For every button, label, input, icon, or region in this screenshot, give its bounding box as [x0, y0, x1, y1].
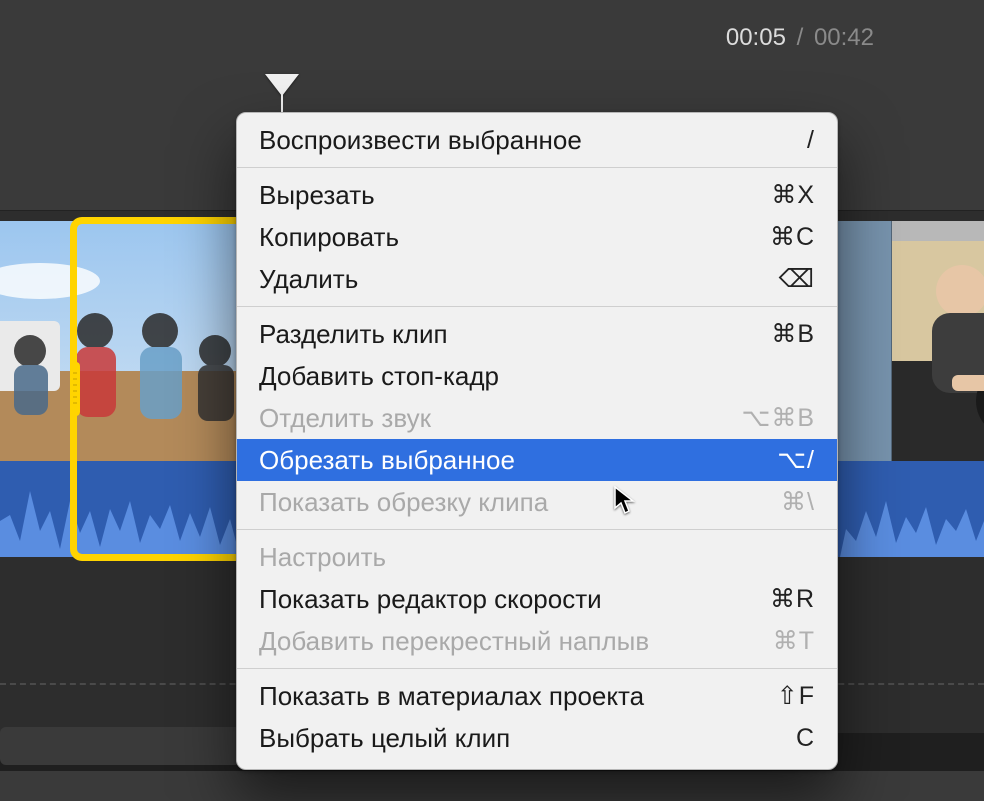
timecode-total: 00:42 — [814, 24, 874, 51]
menu-item-add-cross-dissolve: Добавить перекрестный наплыв⌘T — [237, 620, 837, 662]
menu-item-label: Добавить стоп-кадр — [259, 361, 815, 392]
menu-separator — [237, 529, 837, 530]
menu-item-label: Воспроизвести выбранное — [259, 125, 807, 156]
menu-item-shortcut: ⌫ — [779, 264, 815, 294]
clip-thumbnail[interactable] — [892, 221, 984, 461]
menu-item-label: Показать в материалах проекта — [259, 681, 777, 712]
context-menu[interactable]: Воспроизвести выбранное/Вырезать⌘XКопиро… — [236, 112, 838, 770]
timecode: 00:05 / 00:42 — [726, 24, 874, 52]
timecode-separator: / — [797, 24, 804, 51]
menu-item-shortcut: ⌘\ — [781, 487, 815, 517]
menu-item-label: Удалить — [259, 264, 779, 295]
menu-item-delete[interactable]: Удалить⌫ — [237, 258, 837, 300]
menu-item-shortcut: ⌥/ — [777, 445, 815, 475]
menu-item-adjust: Настроить — [237, 536, 837, 578]
menu-item-shortcut: / — [807, 126, 815, 155]
playhead[interactable] — [265, 74, 299, 104]
menu-item-label: Выбрать целый клип — [259, 723, 796, 754]
menu-item-label: Обрезать выбранное — [259, 445, 777, 476]
menu-item-label: Разделить клип — [259, 319, 771, 350]
menu-item-play-selection[interactable]: Воспроизвести выбранное/ — [237, 119, 837, 161]
menu-item-show-speed-editor[interactable]: Показать редактор скорости⌘R — [237, 578, 837, 620]
menu-separator — [237, 167, 837, 168]
menu-item-label: Настроить — [259, 542, 815, 573]
menu-item-shortcut: ⇧F — [777, 681, 815, 711]
menu-item-shortcut: ⌘X — [771, 180, 815, 210]
menu-item-reveal-in-project[interactable]: Показать в материалах проекта⇧F — [237, 675, 837, 717]
playhead-icon — [265, 74, 299, 96]
menu-item-split-clip[interactable]: Разделить клип⌘B — [237, 313, 837, 355]
menu-item-cut[interactable]: Вырезать⌘X — [237, 174, 837, 216]
menu-item-shortcut: ⌘B — [771, 319, 815, 349]
clip-thumbnail[interactable] — [0, 221, 251, 461]
menu-item-shortcut: ⌘R — [770, 584, 815, 614]
menu-item-label: Вырезать — [259, 180, 771, 211]
menu-item-label: Показать редактор скорости — [259, 584, 770, 615]
menu-item-trim-selection[interactable]: Обрезать выбранное⌥/ — [237, 439, 837, 481]
menu-item-show-clip-trim: Показать обрезку клипа⌘\ — [237, 481, 837, 523]
menu-item-label: Добавить перекрестный наплыв — [259, 626, 773, 657]
menu-item-add-freeze-frame[interactable]: Добавить стоп-кадр — [237, 355, 837, 397]
menu-item-label: Отделить звук — [259, 403, 742, 434]
menu-item-shortcut: C — [796, 724, 815, 753]
menu-item-label: Показать обрезку клипа — [259, 487, 781, 518]
menu-separator — [237, 668, 837, 669]
menu-item-copy[interactable]: Копировать⌘C — [237, 216, 837, 258]
mouse-cursor-icon — [614, 486, 638, 516]
menu-item-select-whole-clip[interactable]: Выбрать целый клипC — [237, 717, 837, 759]
timecode-current: 00:05 — [726, 24, 786, 51]
menu-item-label: Копировать — [259, 222, 770, 253]
top-bar: 00:05 / 00:42 — [0, 0, 984, 70]
menu-item-shortcut: ⌥⌘B — [742, 403, 815, 433]
menu-item-shortcut: ⌘C — [770, 222, 815, 252]
menu-separator — [237, 306, 837, 307]
menu-item-shortcut: ⌘T — [773, 626, 815, 656]
menu-item-detach-audio: Отделить звук⌥⌘B — [237, 397, 837, 439]
